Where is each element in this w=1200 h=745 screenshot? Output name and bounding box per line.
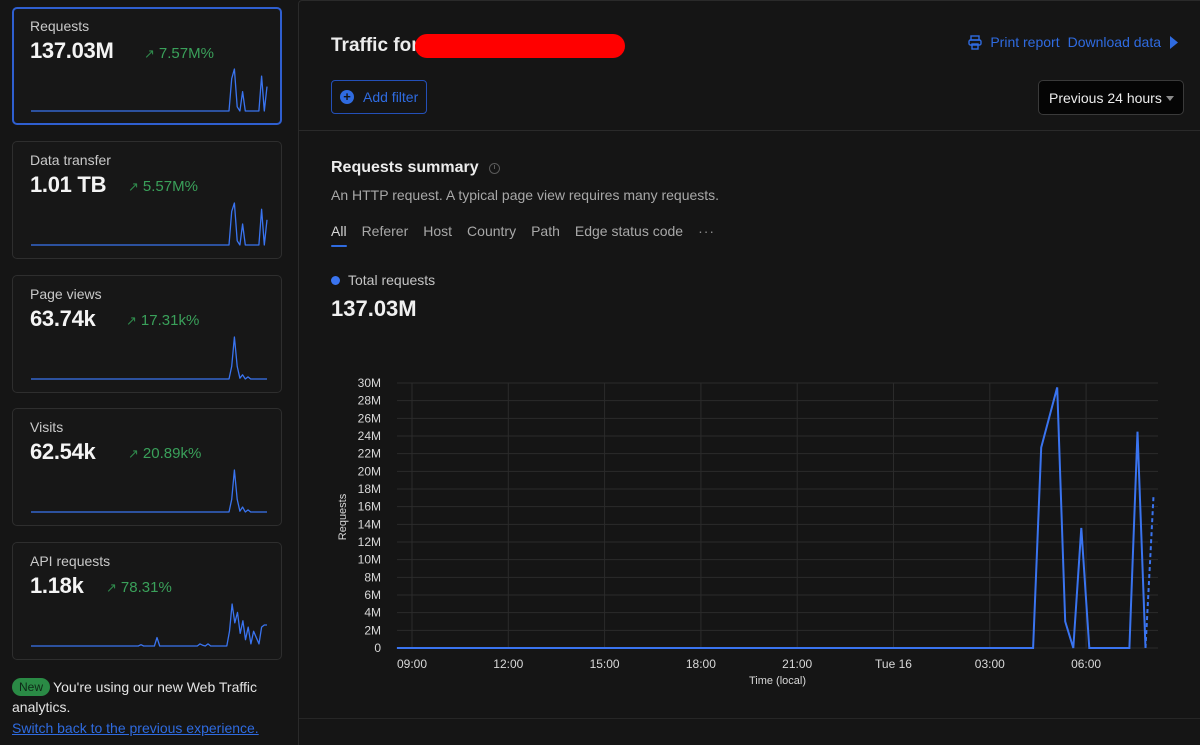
metric-delta: ↗ 78.31% bbox=[106, 579, 172, 596]
y-tick-label: 22M bbox=[358, 447, 381, 461]
x-tick-label: 21:00 bbox=[782, 657, 812, 671]
arrow-up-right-icon: ↗ bbox=[126, 312, 137, 328]
metric-delta: ↗ 17.31k% bbox=[126, 312, 199, 329]
sparkline bbox=[31, 202, 268, 246]
metric-delta-value: 7.57M% bbox=[158, 45, 214, 62]
section-divider bbox=[299, 718, 1200, 719]
new-experience-notice: New You're using our new Web Traffic anal… bbox=[12, 677, 282, 738]
y-tick-label: 0 bbox=[374, 641, 381, 655]
y-tick-label: 2M bbox=[364, 623, 381, 637]
switch-back-link[interactable]: Switch back to the previous experience. bbox=[12, 718, 259, 738]
y-tick-label: 10M bbox=[358, 553, 381, 567]
arrow-up-right-icon: ↗ bbox=[106, 579, 117, 595]
metric-card-page-views[interactable]: Page views 63.74k ↗ 17.31k% bbox=[12, 275, 282, 393]
x-tick-label: 15:00 bbox=[590, 657, 620, 671]
requests-chart: 0 2M 4M 6M 8M 10M 12M 14M 16M 18M 20M 22M 24M 26M 28M 3… bbox=[337, 376, 1158, 687]
sparkline bbox=[31, 68, 268, 112]
x-tick-label: 12:00 bbox=[493, 657, 523, 671]
metric-card-api-requests[interactable]: API requests 1.18k ↗ 78.31% bbox=[12, 542, 282, 660]
sparkline-series bbox=[31, 469, 267, 513]
series-line-partial bbox=[1144, 496, 1155, 649]
metric-value: 1.18k bbox=[30, 573, 84, 598]
y-tick-label: 4M bbox=[364, 606, 381, 620]
y-tick-label: 30M bbox=[358, 376, 381, 390]
y-tick-label: 24M bbox=[358, 429, 381, 443]
arrow-up-right-icon: ↗ bbox=[128, 178, 139, 194]
y-tick-label: 16M bbox=[358, 500, 381, 514]
metric-value: 1.01 TB bbox=[30, 172, 107, 197]
metric-value: 62.54k bbox=[30, 439, 96, 464]
metric-delta: ↗ 5.57M% bbox=[128, 178, 198, 195]
sparkline-series bbox=[31, 336, 267, 380]
x-tick-label: 18:00 bbox=[686, 657, 716, 671]
metric-delta: ↗ 7.57M% bbox=[144, 45, 214, 62]
metric-delta-value: 17.31k% bbox=[140, 312, 200, 329]
metrics-sidebar: Requests 137.03M ↗ 7.57M% Data transfer … bbox=[0, 0, 296, 745]
y-tick-label: 28M bbox=[358, 394, 381, 408]
y-axis-label: Requests bbox=[337, 493, 349, 540]
metric-delta: ↗ 20.89k% bbox=[128, 445, 201, 462]
metric-delta-value: 5.57M% bbox=[142, 178, 198, 195]
y-tick-label: 20M bbox=[358, 464, 381, 478]
sparkline bbox=[31, 603, 267, 647]
arrow-up-right-icon: ↗ bbox=[144, 45, 155, 61]
y-tick-label: 18M bbox=[358, 482, 381, 496]
x-tick-label: Tue 16 bbox=[875, 657, 912, 671]
metric-delta-value: 20.89k% bbox=[142, 445, 202, 462]
metric-label: Page views bbox=[30, 286, 102, 302]
arrow-up-right-icon: ↗ bbox=[128, 445, 139, 461]
main-panel: Traffic for Print report Download data +… bbox=[298, 0, 1200, 745]
y-tick-label: 8M bbox=[364, 570, 381, 584]
sparkline bbox=[31, 336, 267, 380]
x-tick-label: 03:00 bbox=[975, 657, 1005, 671]
x-tick-label: 09:00 bbox=[397, 657, 427, 671]
y-tick-label: 6M bbox=[364, 588, 381, 602]
metric-label: API requests bbox=[30, 553, 111, 569]
y-tick-label: 12M bbox=[358, 535, 381, 549]
sparkline-series bbox=[31, 68, 268, 112]
sparkline-series bbox=[31, 202, 268, 246]
metric-card-visits[interactable]: Visits 62.54k ↗ 20.89k% bbox=[12, 408, 282, 526]
metric-value: 63.74k bbox=[30, 306, 96, 331]
y-tick-label: 26M bbox=[358, 411, 381, 425]
x-axis-label: Time (local) bbox=[749, 675, 806, 687]
sparkline bbox=[31, 469, 267, 513]
x-tick-label: 06:00 bbox=[1071, 657, 1101, 671]
metric-label: Requests bbox=[30, 18, 90, 34]
metric-card-data-transfer[interactable]: Data transfer 1.01 TB ↗ 5.57M% bbox=[12, 141, 282, 259]
new-badge: New bbox=[12, 678, 51, 696]
metric-value: 137.03M bbox=[30, 38, 114, 63]
metric-card-requests[interactable]: Requests 137.03M ↗ 7.57M% bbox=[12, 7, 282, 125]
series-line bbox=[396, 387, 1147, 649]
metric-label: Visits bbox=[30, 419, 64, 435]
y-tick-label: 14M bbox=[358, 517, 381, 531]
sparkline-series bbox=[31, 603, 267, 647]
metric-delta-value: 78.31% bbox=[120, 579, 172, 596]
metric-label: Data transfer bbox=[30, 152, 111, 168]
